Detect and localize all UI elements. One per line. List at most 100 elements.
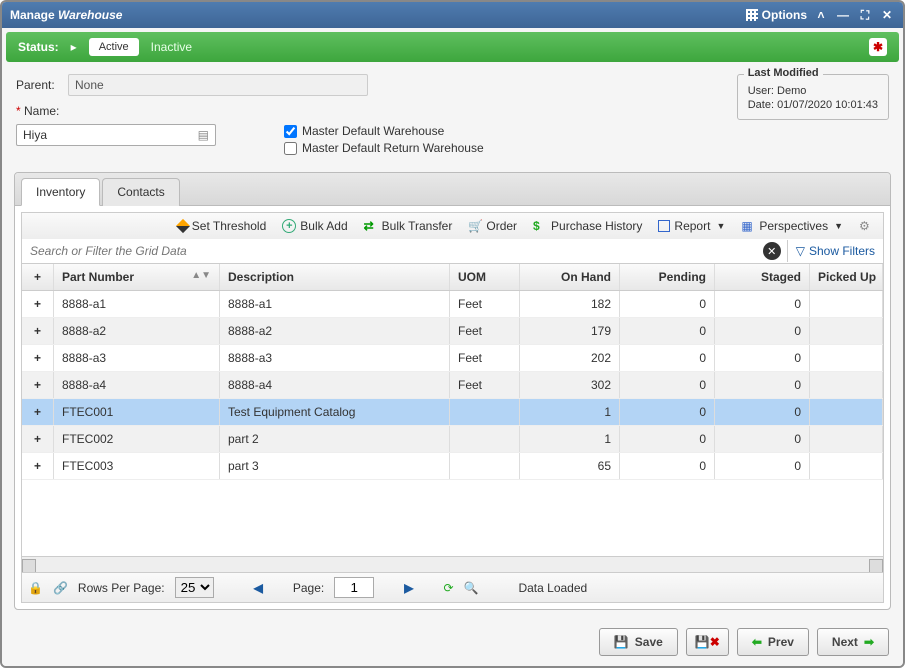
- prev-button[interactable]: ⬅Prev: [737, 628, 809, 656]
- maximize-button[interactable]: ⛶: [857, 7, 873, 23]
- filter-row: ✕ ▽ Show Filters: [21, 239, 884, 264]
- cell-description: 8888-a3: [220, 345, 450, 371]
- col-staged[interactable]: Staged: [715, 264, 810, 290]
- manage-warehouse-window: Manage Warehouse Options ˄ — ⛶ ✕ Status:…: [0, 0, 905, 668]
- cell-pending: 0: [620, 372, 715, 398]
- grid-search-input[interactable]: [22, 239, 763, 263]
- row-expand-button[interactable]: +: [22, 318, 54, 344]
- cell-part-number: FTEC001: [54, 399, 220, 425]
- col-pending[interactable]: Pending: [620, 264, 715, 290]
- cell-pending: 0: [620, 453, 715, 479]
- report-button[interactable]: Report▼: [652, 217, 731, 235]
- lock-icon[interactable]: 🔒: [28, 581, 43, 595]
- status-inactive-link[interactable]: Inactive: [151, 40, 192, 54]
- table-row[interactable]: +FTEC002part 2100: [22, 426, 883, 453]
- tab-inventory[interactable]: Inventory: [21, 178, 100, 206]
- page-input[interactable]: [334, 577, 374, 598]
- order-button[interactable]: 🛒Order: [462, 217, 523, 235]
- cell-description: 8888-a4: [220, 372, 450, 398]
- cell-on-hand: 182: [520, 291, 620, 317]
- link-icon[interactable]: 🔗: [53, 581, 68, 595]
- purchase-history-button[interactable]: $Purchase History: [527, 217, 648, 235]
- col-picked-up[interactable]: Picked Up: [810, 264, 883, 290]
- bulk-add-button[interactable]: +Bulk Add: [276, 217, 353, 235]
- cell-picked-up: [810, 372, 883, 398]
- refresh-button[interactable]: ⟳: [443, 581, 453, 595]
- row-expand-button[interactable]: +: [22, 453, 54, 479]
- close-window-button[interactable]: ✕: [879, 7, 895, 23]
- bulk-transfer-button[interactable]: ⇄Bulk Transfer: [358, 217, 459, 235]
- cell-staged: 0: [715, 453, 810, 479]
- table-row[interactable]: +8888-a18888-a1Feet18200: [22, 291, 883, 318]
- table-row[interactable]: +FTEC001Test Equipment Catalog100: [22, 399, 883, 426]
- perspectives-icon: ▦: [741, 219, 755, 233]
- page-prev-button[interactable]: ◀: [254, 581, 263, 595]
- col-expand[interactable]: +: [22, 264, 54, 290]
- zoom-button[interactable]: 🔍: [464, 581, 479, 595]
- cell-pending: 0: [620, 318, 715, 344]
- settings-gear-button[interactable]: ⚙: [853, 217, 879, 235]
- col-description[interactable]: Description: [220, 264, 450, 290]
- form-area: Parent: None * Name: Hiya ▤ Master Defau…: [2, 66, 903, 172]
- cell-staged: 0: [715, 399, 810, 425]
- name-input[interactable]: Hiya ▤: [16, 124, 216, 146]
- dollar-icon: $: [533, 219, 547, 233]
- next-button[interactable]: Next➡: [817, 628, 889, 656]
- row-expand-button[interactable]: +: [22, 426, 54, 452]
- status-active-pill[interactable]: Active: [89, 38, 139, 56]
- delete-icon: 💾✖: [695, 635, 720, 649]
- master-default-checkbox[interactable]: [284, 125, 297, 138]
- rows-per-page-select[interactable]: 25: [175, 577, 214, 598]
- cell-uom: [450, 453, 520, 479]
- row-expand-button[interactable]: +: [22, 372, 54, 398]
- col-on-hand[interactable]: On Hand: [520, 264, 620, 290]
- cell-part-number: 8888-a3: [54, 345, 220, 371]
- pager-status: Data Loaded: [518, 581, 587, 595]
- grid-toolbar: Set Threshold +Bulk Add ⇄Bulk Transfer 🛒…: [21, 212, 884, 239]
- save-button[interactable]: 💾Save: [599, 628, 678, 656]
- tabs-container: Inventory Contacts Set Threshold +Bulk A…: [14, 172, 891, 610]
- grid-header-row: + Part Number▲▼ Description UOM On Hand …: [22, 264, 883, 291]
- table-row[interactable]: +8888-a48888-a4Feet30200: [22, 372, 883, 399]
- show-filters-button[interactable]: ▽ Show Filters: [787, 240, 883, 262]
- delete-button[interactable]: 💾✖: [686, 628, 729, 656]
- master-return-checkbox[interactable]: [284, 142, 297, 155]
- col-part-number[interactable]: Part Number▲▼: [54, 264, 220, 290]
- cell-pending: 0: [620, 345, 715, 371]
- cell-picked-up: [810, 453, 883, 479]
- tab-contacts[interactable]: Contacts: [102, 178, 179, 206]
- row-expand-button[interactable]: +: [22, 291, 54, 317]
- footer: 💾Save 💾✖ ⬅Prev Next➡: [2, 618, 903, 666]
- page-label: Page:: [293, 581, 324, 595]
- cell-uom: Feet: [450, 345, 520, 371]
- table-row[interactable]: +8888-a28888-a2Feet17900: [22, 318, 883, 345]
- col-uom[interactable]: UOM: [450, 264, 520, 290]
- horizontal-scrollbar[interactable]: [22, 556, 883, 572]
- row-expand-button[interactable]: +: [22, 399, 54, 425]
- cell-on-hand: 202: [520, 345, 620, 371]
- cell-part-number: 8888-a4: [54, 372, 220, 398]
- options-button[interactable]: Options: [746, 8, 807, 22]
- cell-uom: Feet: [450, 318, 520, 344]
- set-threshold-button[interactable]: Set Threshold: [172, 217, 273, 235]
- table-row[interactable]: +8888-a38888-a3Feet20200: [22, 345, 883, 372]
- arrow-left-icon: ⬅: [752, 635, 762, 649]
- master-return-label: Master Default Return Warehouse: [302, 141, 484, 155]
- perspectives-button[interactable]: ▦Perspectives▼: [735, 217, 849, 235]
- arrow-right-icon: ➡: [864, 635, 874, 649]
- clear-search-button[interactable]: ✕: [763, 242, 781, 260]
- collapse-button[interactable]: ˄: [813, 7, 829, 23]
- status-label: Status:: [18, 40, 59, 54]
- funnel-icon: ▽: [796, 244, 805, 258]
- page-next-button[interactable]: ▶: [404, 581, 413, 595]
- cell-on-hand: 1: [520, 426, 620, 452]
- parent-label: Parent:: [16, 78, 60, 92]
- table-row[interactable]: +FTEC003part 36500: [22, 453, 883, 480]
- status-close-button[interactable]: ✱: [869, 38, 887, 56]
- name-picker-icon[interactable]: ▤: [198, 128, 209, 142]
- parent-field[interactable]: None: [68, 74, 368, 96]
- cell-uom: [450, 426, 520, 452]
- caret-down-icon: ▼: [834, 221, 843, 231]
- row-expand-button[interactable]: +: [22, 345, 54, 371]
- minimize-button[interactable]: —: [835, 7, 851, 23]
